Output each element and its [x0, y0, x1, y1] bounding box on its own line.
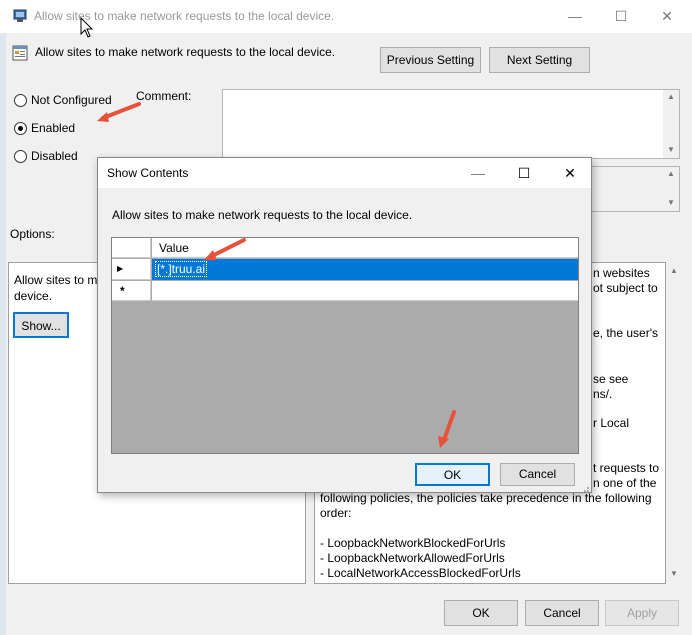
- dialog-titlebar: Show Contents — ☐ ✕: [98, 158, 591, 188]
- help-text: - LocalNetworkAccessBlockedForUrls: [320, 566, 521, 580]
- show-button[interactable]: Show...: [13, 312, 69, 338]
- help-scrollbar[interactable]: ▲ ▼: [666, 263, 682, 583]
- help-text: t requests to: [593, 461, 660, 475]
- apply-button[interactable]: Apply: [605, 600, 679, 626]
- grid-corner: [112, 238, 151, 258]
- maximize-icon[interactable]: ☐: [598, 0, 644, 33]
- value-cell-selected[interactable]: [*.]truu.ai: [152, 259, 578, 280]
- column-header-label: Value: [159, 241, 189, 255]
- help-text: following policies, the policies take pr…: [320, 491, 652, 505]
- comment-scrollbar[interactable]: ▲ ▼: [663, 90, 679, 158]
- resize-grip-icon[interactable]: [580, 483, 590, 493]
- radio-label: Disabled: [31, 149, 78, 163]
- radio-circle[interactable]: [14, 93, 27, 107]
- options-label: Options:: [10, 227, 55, 241]
- row-marker[interactable]: ▶: [112, 259, 151, 280]
- value-cell-text: [*.]truu.ai: [155, 261, 208, 277]
- close-icon[interactable]: ✕: [547, 158, 593, 188]
- radio-disabled[interactable]: Disabled: [14, 148, 78, 164]
- options-text: device.: [14, 289, 53, 303]
- maximize-icon[interactable]: ☐: [501, 158, 547, 188]
- comment-label: Comment:: [136, 89, 192, 103]
- values-grid[interactable]: Value ▶ [*.]truu.ai *: [111, 237, 579, 454]
- help-text: - LoopbackNetworkAllowedForUrls: [320, 551, 505, 565]
- radio-not-configured[interactable]: Not Configured: [14, 92, 112, 108]
- value-cell-new[interactable]: [152, 281, 578, 301]
- close-icon[interactable]: ✕: [644, 0, 690, 33]
- column-header-value[interactable]: Value: [152, 238, 578, 258]
- dialog-cancel-button[interactable]: Cancel: [500, 463, 575, 486]
- minimize-icon[interactable]: —: [455, 158, 501, 188]
- minimize-icon[interactable]: —: [552, 0, 598, 33]
- options-text: Allow sites to ma: [14, 273, 105, 287]
- supported-scrollbar[interactable]: ▲ ▼: [663, 167, 679, 211]
- radio-enabled[interactable]: Enabled: [14, 120, 75, 136]
- cancel-button[interactable]: Cancel: [525, 600, 599, 626]
- dialog-ok-button[interactable]: OK: [415, 463, 490, 486]
- dialog-description: Allow sites to make network requests to …: [112, 208, 413, 222]
- help-text: r Local: [593, 416, 630, 430]
- dialog-title: Show Contents: [107, 166, 189, 180]
- mouse-cursor-icon: [80, 17, 94, 38]
- radio-label: Enabled: [31, 121, 76, 135]
- next-setting-button[interactable]: Next Setting: [489, 47, 590, 73]
- radio-circle[interactable]: [14, 121, 27, 135]
- setting-title: Allow sites to make network requests to …: [35, 45, 336, 59]
- show-contents-dialog: Show Contents — ☐ ✕ Allow sites to make …: [97, 157, 592, 493]
- setting-icon: [12, 45, 28, 61]
- radio-label: Not Configured: [31, 93, 112, 107]
- help-text: se see: [593, 372, 629, 386]
- help-text: e, the user's: [593, 326, 658, 340]
- left-frame-edge: [0, 33, 6, 635]
- help-text: n one of the: [593, 476, 657, 490]
- previous-setting-button[interactable]: Previous Setting: [380, 47, 481, 73]
- radio-circle[interactable]: [14, 149, 27, 163]
- help-text: ot subject to: [593, 281, 658, 295]
- ok-button[interactable]: OK: [444, 600, 518, 626]
- policy-window-icon: [13, 9, 27, 22]
- help-text: ns/.: [593, 387, 613, 401]
- window-titlebar: Allow sites to make network requests to …: [0, 0, 692, 33]
- comment-field[interactable]: ▲ ▼: [222, 89, 680, 159]
- help-text: - LoopbackNetworkBlockedForUrls: [320, 536, 506, 550]
- help-text: n websites: [593, 266, 650, 280]
- new-row-marker[interactable]: *: [112, 281, 151, 301]
- help-text: order:: [320, 506, 352, 520]
